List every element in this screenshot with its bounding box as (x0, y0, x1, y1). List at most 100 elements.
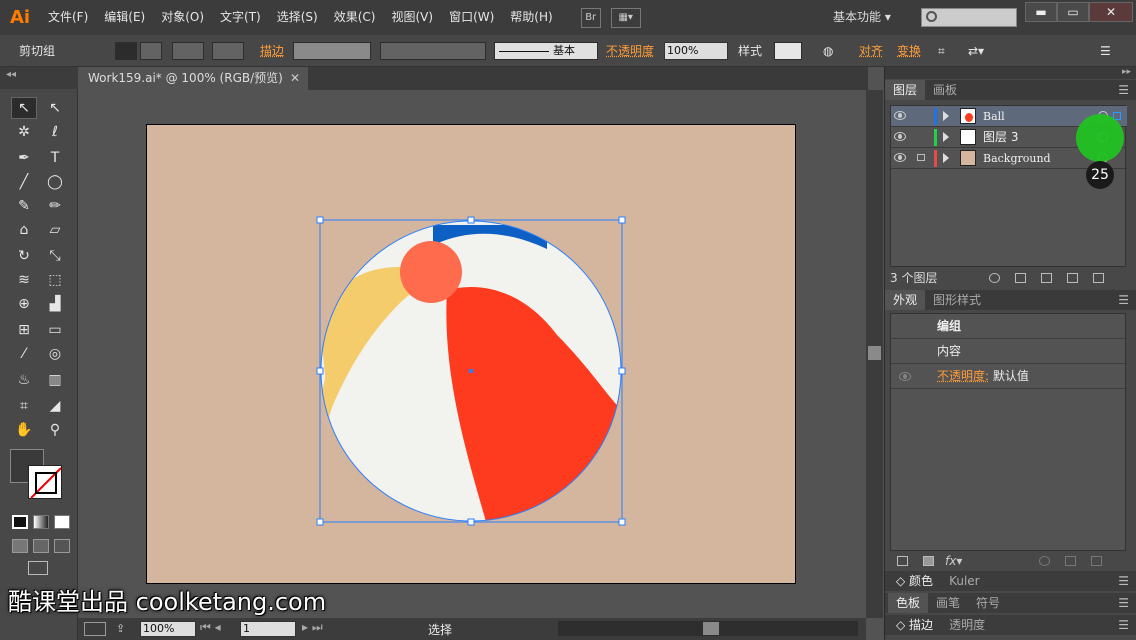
vertical-scrollbar[interactable] (866, 90, 883, 618)
lock-icon[interactable] (917, 154, 925, 161)
layer-name[interactable]: Ball (983, 106, 1005, 127)
recolor-icon[interactable]: ◍ (823, 42, 833, 60)
variable-width-dropdown[interactable] (380, 42, 486, 60)
beach-ball-artwork[interactable] (147, 125, 797, 585)
blend-tool-icon[interactable]: ◎ (42, 343, 68, 365)
blob-brush-icon[interactable]: ⌂ (11, 219, 37, 241)
align-label[interactable]: 对齐 (859, 42, 883, 60)
tab-stroke[interactable]: ◇ 描边 (888, 615, 941, 635)
workspace-switcher[interactable]: 基本功能 ▾ (833, 0, 891, 35)
next-artboard-icon[interactable]: ▸ ⏭ (302, 620, 323, 635)
menu-file[interactable]: 文件(F) (40, 0, 96, 35)
prev-artboard-icon[interactable]: ⏮ ◂ (200, 620, 221, 635)
rotate-view-icon[interactable] (84, 622, 106, 636)
swatches-panel-menu-icon[interactable]: ☰ (1118, 593, 1129, 613)
tab-graphic-styles[interactable]: 图形样式 (925, 290, 989, 310)
tab-layers[interactable]: 图层 (885, 80, 926, 100)
clip-group-icon[interactable] (115, 42, 137, 60)
appearance-opacity-label[interactable]: 不透明度: (937, 369, 989, 383)
selection-handle[interactable] (316, 216, 324, 224)
ellipse-tool-icon[interactable]: ◯ (42, 171, 68, 193)
expand-triangle-icon[interactable] (943, 132, 949, 142)
gradient-mode-icon[interactable] (33, 515, 49, 529)
appearance-opacity-row[interactable]: 不透明度: 默认值 (891, 364, 1127, 389)
selection-handle[interactable] (316, 367, 324, 375)
paintbrush-icon[interactable]: ✎ (11, 195, 37, 217)
selection-handle[interactable] (618, 367, 626, 375)
tab-swatches[interactable]: 色板 (888, 593, 929, 613)
opacity-input[interactable]: 100% (664, 42, 728, 60)
layers-panel-menu-icon[interactable]: ☰ (1118, 80, 1129, 100)
make-clipping-mask-icon[interactable] (1015, 273, 1026, 283)
minimize-button[interactable]: ▬ (1025, 2, 1057, 22)
selection-handle[interactable] (467, 216, 475, 224)
visibility-eye-icon[interactable] (894, 153, 906, 162)
visibility-eye-icon[interactable] (894, 111, 906, 120)
eyedropper-icon[interactable]: ⁄ (11, 343, 37, 365)
arrange-documents-icon[interactable]: ▦▾ (610, 7, 641, 28)
gradient-tool-icon[interactable]: ▭ (42, 319, 68, 341)
duplicate-item-icon[interactable] (1065, 556, 1076, 566)
graph-tool-icon[interactable]: ▥ (42, 369, 68, 391)
free-transform-icon[interactable]: ⬚ (42, 269, 68, 291)
magic-wand-icon[interactable]: ✲ (11, 121, 37, 143)
lasso-icon[interactable]: ℓ (42, 121, 68, 143)
direct-selection-tool-icon[interactable]: ↖ (42, 97, 68, 119)
control-menu-icon[interactable]: ☰ (1100, 42, 1111, 60)
line-tool-icon[interactable]: ╱ (11, 171, 37, 193)
opacity-label[interactable]: 不透明度 (606, 42, 654, 60)
bridge-button[interactable]: Br (580, 7, 601, 28)
hand-tool-icon[interactable]: ✋ (11, 419, 37, 441)
type-tool-icon[interactable]: T (42, 147, 68, 169)
menu-help[interactable]: 帮助(H) (502, 0, 560, 35)
menu-window[interactable]: 窗口(W) (441, 0, 502, 35)
locate-object-icon[interactable] (989, 273, 1000, 283)
selection-handle[interactable] (316, 518, 324, 526)
close-button[interactable]: ✕ (1089, 2, 1133, 22)
menu-edit[interactable]: 编辑(E) (96, 0, 153, 35)
menu-object[interactable]: 对象(O) (153, 0, 212, 35)
appearance-panel-menu-icon[interactable]: ☰ (1118, 290, 1129, 310)
artboard[interactable] (146, 124, 796, 584)
slice-tool-icon[interactable]: ◢ (42, 395, 68, 417)
none-mode-icon[interactable] (54, 515, 70, 529)
close-tab-icon[interactable]: ✕ (290, 67, 300, 90)
share-icon[interactable]: ⇪ (116, 622, 125, 635)
isolate-icon[interactable]: ⌗ (938, 42, 945, 60)
menu-effect[interactable]: 效果(C) (326, 0, 384, 35)
color-panel-menu-icon[interactable]: ☰ (1118, 571, 1129, 591)
add-effect-icon[interactable]: fx▾ (945, 554, 962, 568)
tab-color[interactable]: ◇ 颜色 (888, 571, 941, 591)
add-fill-icon[interactable] (923, 556, 934, 566)
selection-handle[interactable] (618, 518, 626, 526)
visibility-eye-icon[interactable] (899, 372, 911, 381)
screen-mode-icon[interactable] (28, 561, 48, 575)
artboard-number-input[interactable]: 1 (240, 621, 296, 637)
artboard-tool-icon[interactable]: ⌗ (11, 395, 37, 417)
add-stroke-icon[interactable] (897, 556, 908, 566)
layer-name[interactable]: Background (983, 148, 1051, 169)
tab-symbols[interactable]: 符号 (968, 593, 1008, 613)
tab-artboards[interactable]: 画板 (925, 80, 965, 100)
delete-layer-icon[interactable] (1093, 273, 1104, 283)
menu-type[interactable]: 文字(T) (212, 0, 269, 35)
arrange-icon[interactable]: ⇄▾ (968, 42, 984, 60)
clear-appearance-icon[interactable] (1039, 556, 1050, 566)
zoom-tool-icon[interactable]: ⚲ (42, 419, 68, 441)
brush-definition-dropdown[interactable]: 基本 (494, 42, 598, 60)
transform-label[interactable]: 变换 (897, 42, 921, 60)
tab-transparency[interactable]: 透明度 (941, 615, 993, 635)
selection-tool-icon[interactable]: ↖ (11, 97, 37, 119)
color-mode-icon[interactable] (12, 515, 28, 529)
shape-builder-icon[interactable]: ⊕ (11, 293, 37, 315)
expand-triangle-icon[interactable] (943, 153, 949, 163)
pencil-icon[interactable]: ✏ (42, 195, 68, 217)
selection-handle[interactable] (618, 216, 626, 224)
layer-name[interactable]: 图层 3 (983, 127, 1018, 148)
new-sublayer-icon[interactable] (1041, 273, 1052, 283)
visibility-eye-icon[interactable] (894, 132, 906, 141)
expand-triangle-icon[interactable] (943, 111, 949, 121)
fill-swatch[interactable] (172, 42, 204, 60)
symbol-sprayer-icon[interactable]: ♨ (11, 369, 37, 391)
delete-item-icon[interactable] (1091, 556, 1102, 566)
